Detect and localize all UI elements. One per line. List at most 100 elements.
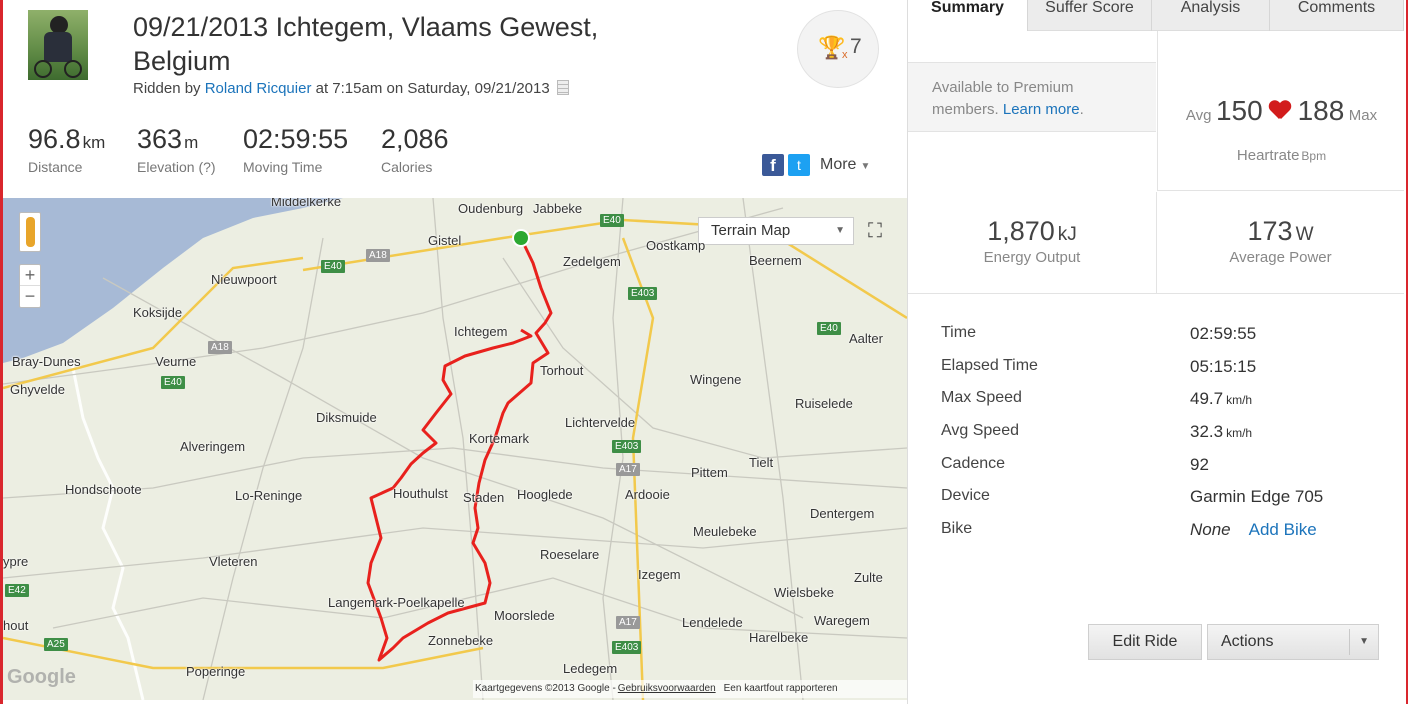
map-label: Aalter	[849, 331, 883, 346]
road-shield: E403	[612, 440, 642, 453]
start-marker	[512, 229, 530, 247]
map-label: Staden	[463, 490, 505, 505]
map-type-select[interactable]: Terrain Map ▼	[698, 217, 854, 245]
actions-dropdown-button[interactable]: Actions ▼	[1207, 624, 1379, 660]
map-label: Zonnebeke	[428, 633, 494, 648]
map-label: Lendelede	[682, 615, 743, 630]
map-label: Veurne	[155, 354, 197, 369]
road-shield: A18	[208, 341, 232, 354]
street-view-pegman-icon[interactable]	[19, 212, 41, 252]
map-label: Harelbeke	[749, 630, 809, 645]
map-label: Houthulst	[393, 486, 448, 501]
heart-icon	[1269, 101, 1291, 121]
map-label: Waregem	[814, 613, 870, 628]
stat-moving-time: 02:59:55 Moving Time	[243, 124, 349, 175]
fullscreen-icon[interactable]: ⛶	[861, 217, 889, 245]
map-label: Kortemark	[469, 431, 529, 446]
tab-summary[interactable]: Summary	[908, 0, 1028, 31]
road-shield: A17	[616, 616, 640, 629]
map-attribution: Kaartgegevens ©2013 Google - Gebruiksvoor…	[473, 680, 907, 698]
athlete-link[interactable]: Roland Ricquier	[205, 80, 312, 97]
map-label: Bray-Dunes	[12, 354, 81, 369]
map-label: Zedelgem	[563, 254, 621, 269]
facebook-icon[interactable]: f	[762, 154, 784, 176]
map-label: Meulebeke	[693, 524, 757, 539]
energy-output-box: 1,870 kJ Energy Output	[908, 192, 1157, 294]
map-label: Wielsbeke	[774, 585, 834, 600]
hr-avg-label: Avg	[1185, 107, 1212, 124]
map-label: Beernem	[749, 253, 802, 268]
map-label: Gistel	[428, 233, 462, 248]
heartrate-box: Avg 150 188 Max Heartrate Bpm	[1157, 31, 1404, 191]
more-share-button[interactable]: More ▼	[820, 156, 870, 174]
road-shield: E42	[5, 584, 29, 597]
map-label: Torhout	[540, 363, 584, 378]
edit-ride-button[interactable]: Edit Ride	[1088, 624, 1202, 660]
premium-notice: Available to Premium members. Learn more…	[908, 62, 1156, 132]
map-label: Moorslede	[494, 608, 555, 623]
tab-comments[interactable]: Comments	[1270, 0, 1404, 31]
road-shield: A17	[616, 463, 640, 476]
detail-row-time: Time 02:59:55	[941, 324, 1257, 343]
add-bike-link[interactable]: Add Bike	[1249, 520, 1317, 539]
chevron-down-icon: ▼	[860, 161, 871, 172]
map-label: Ichtegem	[454, 324, 508, 339]
description-icon[interactable]	[556, 80, 569, 95]
stat-distance: 96.8 km Distance	[28, 124, 106, 175]
zoom-out-button[interactable]: −	[20, 286, 40, 307]
share-bar: f t More ▼	[762, 154, 870, 176]
map-canvas	[3, 198, 907, 700]
chevron-down-icon: ▼	[1359, 636, 1369, 647]
map-label: Hooglede	[517, 487, 573, 502]
detail-row-elapsed-time: Elapsed Time 05:15:15	[941, 356, 1257, 376]
report-map-error-link[interactable]: Een kaartfout rapporteren	[724, 683, 838, 694]
detail-row-device: Device Garmin Edge 705	[941, 487, 1324, 507]
road-shield: E40	[600, 214, 624, 227]
map-label: Nieuwpoort	[211, 272, 277, 287]
chevron-down-icon: ▼	[835, 225, 845, 236]
activity-byline: Ridden by Roland Ricquier at 7:15am on S…	[133, 80, 569, 97]
road-shield: E40	[817, 322, 841, 335]
road-shield: A18	[366, 249, 390, 262]
detail-row-max-speed: Max Speed 49.7 km/h	[941, 389, 1253, 409]
map-label: Pittem	[691, 465, 728, 480]
map-label: ypre	[3, 554, 29, 569]
map-label: Lo-Reninge	[235, 488, 303, 503]
map-label: Alveringem	[180, 439, 246, 454]
activity-tabs: Summary Suffer Score Analysis Comments	[908, 0, 1404, 31]
map-label: Roeselare	[540, 547, 600, 562]
map-label: Oudenburg	[458, 201, 524, 216]
detail-row-cadence: Cadence 92	[941, 454, 1209, 474]
map-label: Hondschoote	[65, 482, 142, 497]
map-label: Ghyvelde	[10, 382, 65, 397]
tab-suffer-score[interactable]: Suffer Score	[1028, 0, 1152, 31]
achievement-count: 7	[850, 35, 862, 58]
athlete-avatar[interactable]	[28, 10, 88, 80]
route-map[interactable]: + − Terrain Map ▼ ⛶ Google Kaartgegevens …	[3, 198, 907, 700]
ridden-by-label: Ridden by	[133, 80, 201, 97]
terms-link[interactable]: Gebruiksvoorwaarden	[618, 683, 716, 694]
road-shield: A25	[44, 638, 68, 651]
map-label: Jabbeke	[533, 201, 583, 216]
map-label: Tielt	[749, 455, 774, 470]
stat-elevation: 363 m Elevation (?)	[137, 124, 216, 175]
map-label: Izegem	[638, 567, 681, 582]
twitter-icon[interactable]: t	[788, 154, 810, 176]
activity-title: 09/21/2013 Ichtegem, Vlaams Gewest, Belg…	[133, 12, 599, 76]
map-label: Ledegem	[563, 661, 618, 676]
road-shield: E40	[321, 260, 345, 273]
zoom-control[interactable]: + −	[19, 264, 41, 308]
detail-row-avg-speed: Avg Speed 32.3 km/h	[941, 422, 1253, 442]
map-label: Koksijde	[133, 305, 183, 320]
map-label: Dentergem	[810, 506, 875, 521]
road-shield: E40	[161, 376, 185, 389]
map-label: Lichtervelde	[565, 415, 636, 430]
map-label: Ruiselede	[795, 396, 853, 411]
zoom-in-button[interactable]: +	[20, 265, 40, 286]
learn-more-link[interactable]: Learn more	[1003, 101, 1080, 118]
map-label: Ardooie	[625, 487, 670, 502]
tab-analysis[interactable]: Analysis	[1152, 0, 1270, 31]
activity-details: Time 02:59:55 Elapsed Time 05:15:15 Max Sp…	[941, 324, 1381, 553]
achievement-badge[interactable]: 🏆 x 7	[797, 10, 879, 88]
activity-time: at 7:15am on Saturday, 09/21/2013	[315, 80, 550, 97]
